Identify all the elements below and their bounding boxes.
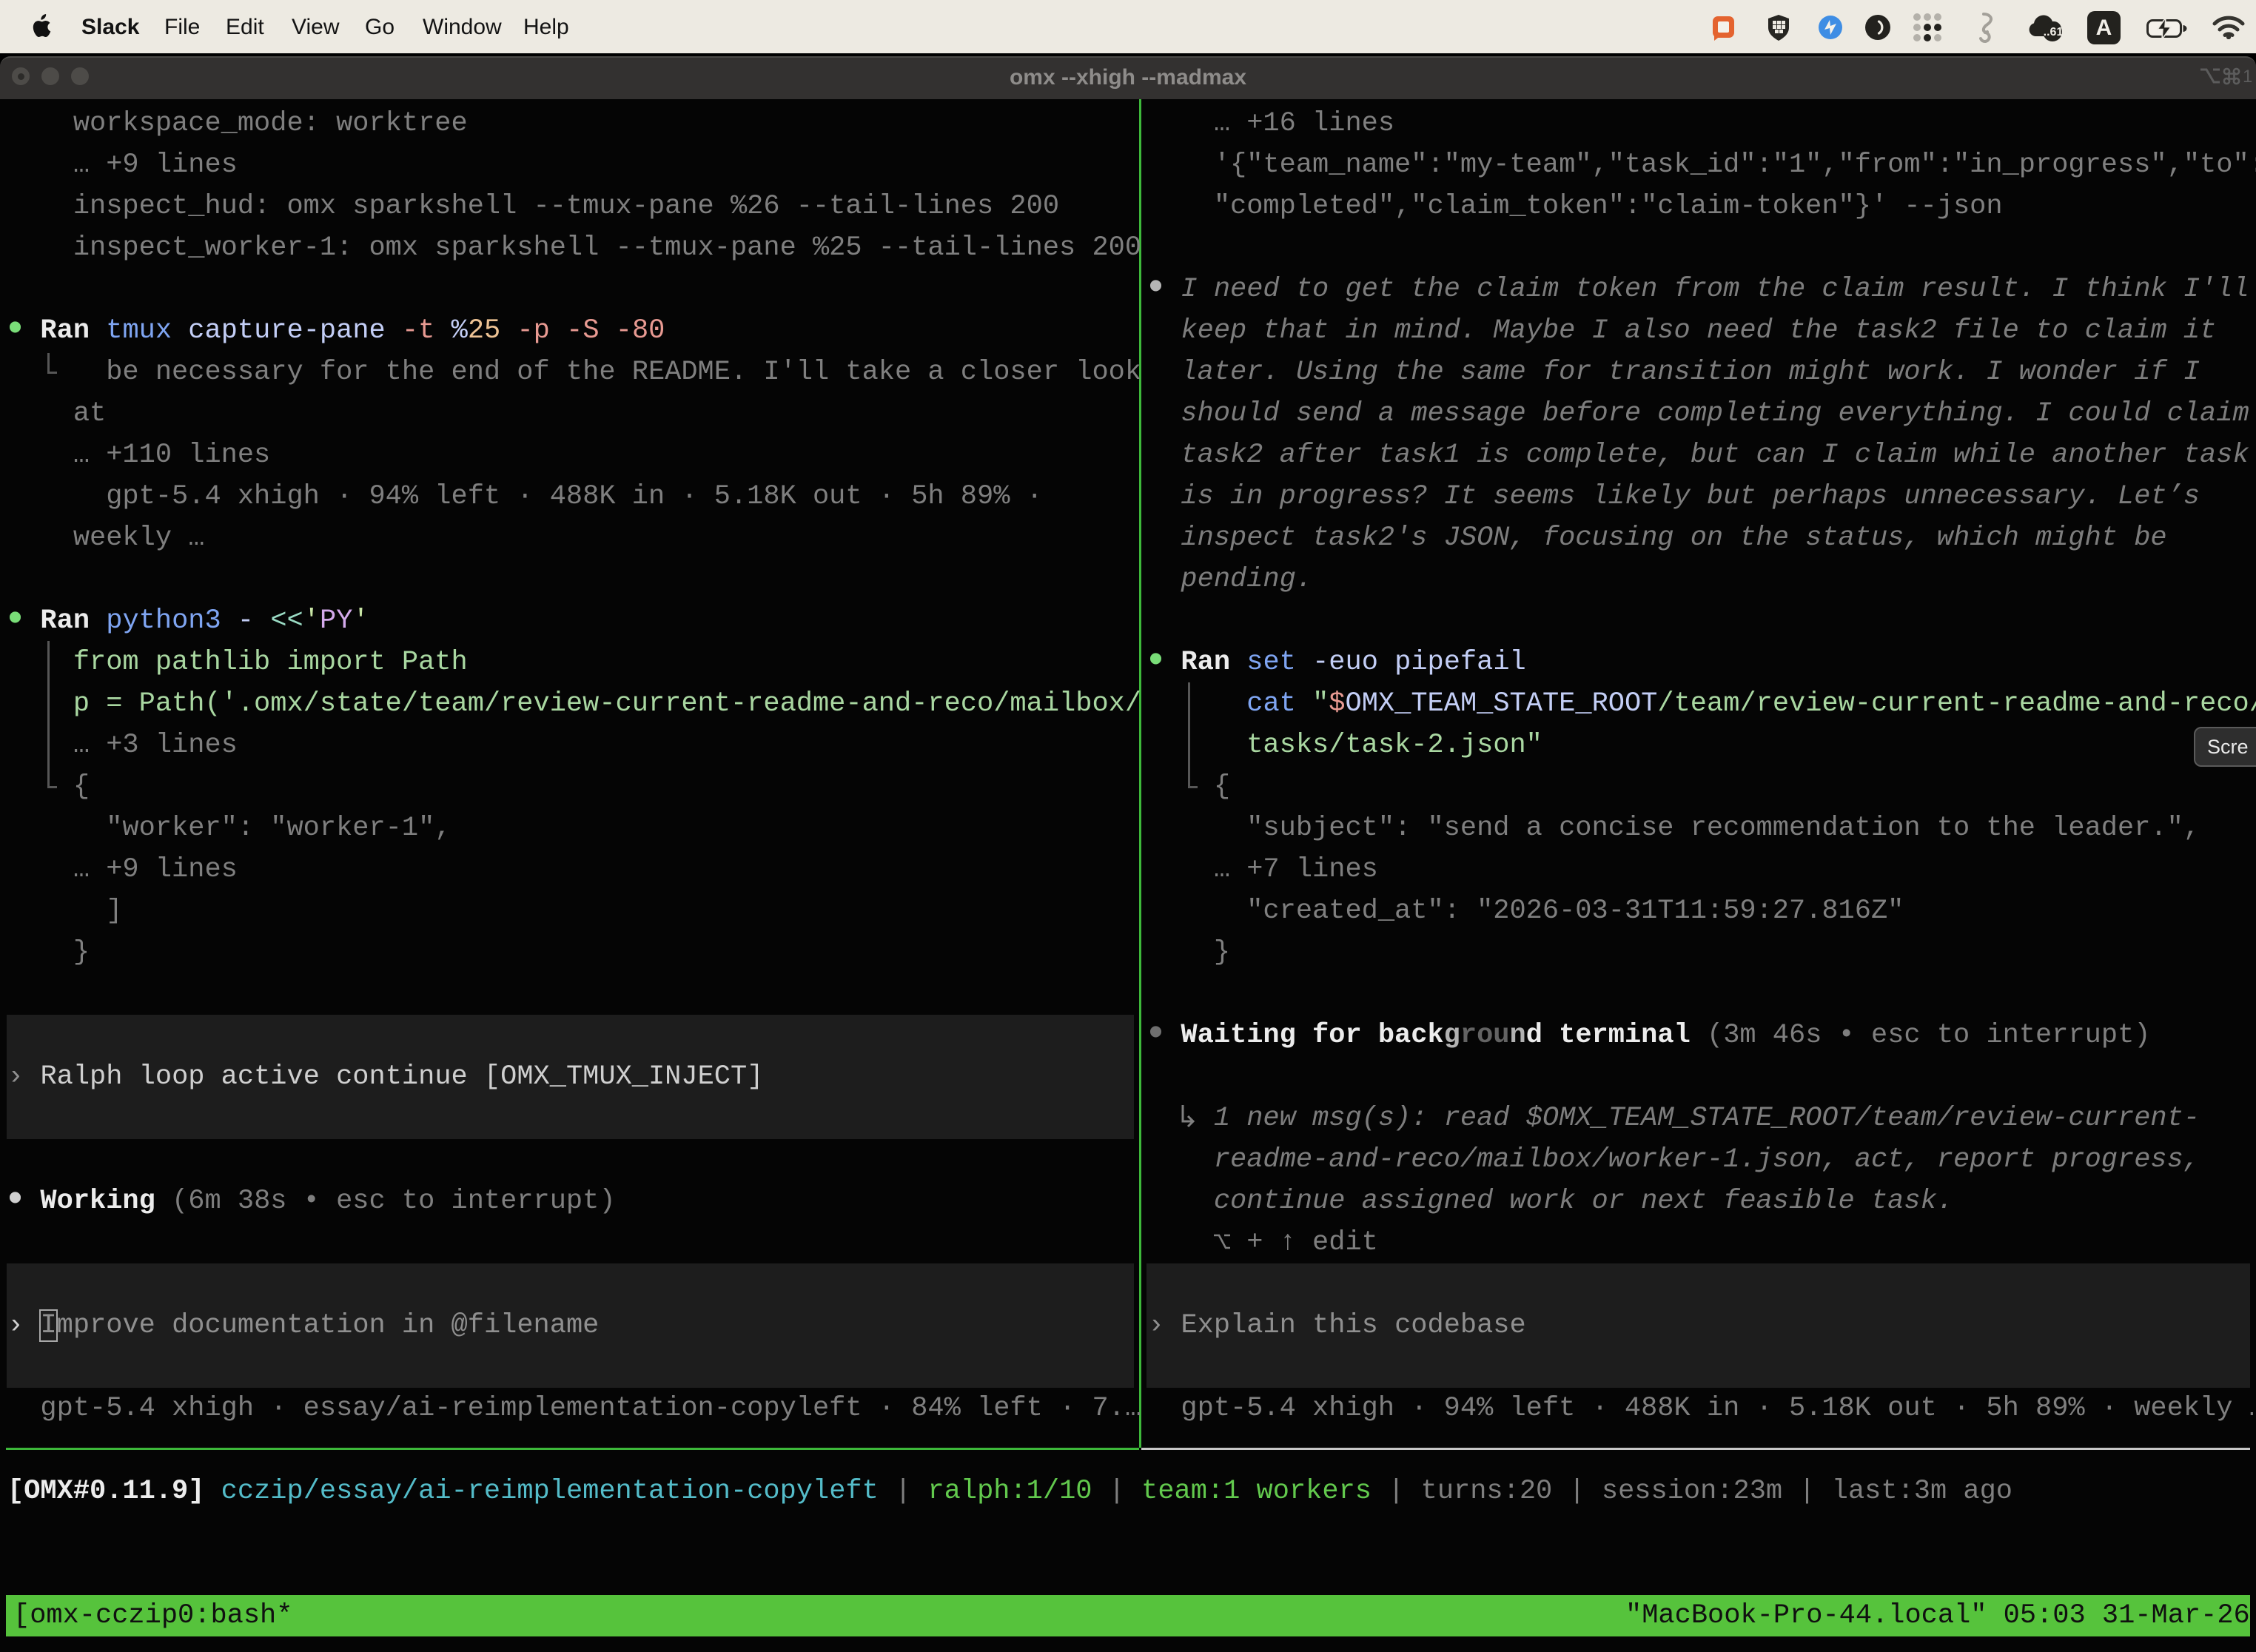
svg-text:..61: ..61 (2044, 26, 2064, 38)
svg-text:1: 1 (2243, 67, 2252, 87)
